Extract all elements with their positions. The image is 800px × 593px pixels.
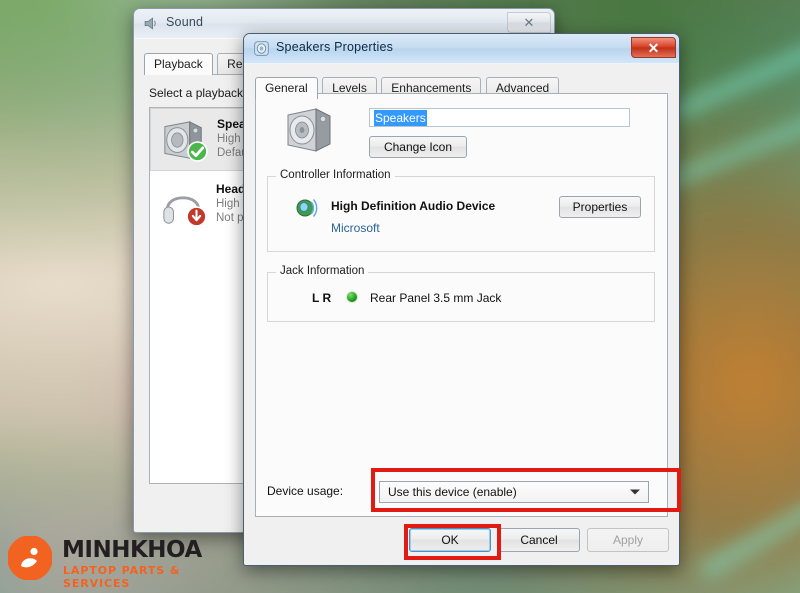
- audio-device-icon: [296, 199, 318, 217]
- device-usage-value: Use this device (enable): [388, 485, 517, 499]
- device-name-input[interactable]: Speakers: [369, 108, 630, 127]
- watermark: MINHKHOA LAPTOP PARTS & SERVICES: [7, 531, 228, 590]
- props-window-title: Speakers Properties: [276, 40, 394, 54]
- watermark-brand: MINHKHOA: [62, 537, 202, 563]
- watermark-tagline: LAPTOP PARTS & SERVICES: [63, 564, 181, 590]
- tab-general[interactable]: General: [255, 77, 318, 99]
- device-status: Not p: [216, 212, 244, 224]
- jack-channels: L R: [312, 291, 332, 305]
- controller-device-name: High Definition Audio Device: [331, 199, 496, 213]
- props-window-close-button[interactable]: ✕: [631, 37, 676, 58]
- jack-information-group: Jack Information L R Rear Panel 3.5 mm J…: [267, 265, 655, 322]
- sound-tab-playback[interactable]: Playback: [144, 53, 213, 75]
- speaker-icon: [144, 17, 156, 30]
- controller-information-legend: Controller Information: [276, 169, 395, 181]
- props-window-body: General Levels Enhancements Advanced Spe: [245, 64, 678, 564]
- speaker-large-icon: [287, 108, 331, 152]
- chevron-down-icon: [630, 489, 640, 495]
- speaker-properties-icon: [254, 41, 269, 56]
- device-driver: High: [216, 198, 240, 210]
- unplugged-badge-icon: [186, 206, 207, 227]
- device-name-value: Speakers: [374, 110, 427, 126]
- green-jack-dot-icon: [346, 291, 358, 303]
- ok-button-label: OK: [441, 533, 459, 547]
- cancel-button-label: Cancel: [520, 533, 558, 547]
- sound-hint-text: Select a playback: [149, 86, 244, 100]
- device-item-text: Head High Not p: [216, 182, 245, 224]
- speakers-properties-window[interactable]: Speakers Properties ✕ General Levels Enh…: [243, 33, 680, 566]
- change-icon-button-label: Change Icon: [383, 140, 453, 154]
- ok-button[interactable]: OK: [409, 528, 491, 552]
- props-window-titlebar[interactable]: Speakers Properties ✕: [244, 34, 679, 64]
- close-icon: ✕: [523, 14, 535, 30]
- change-icon-button[interactable]: Change Icon: [369, 136, 467, 158]
- jack-description: Rear Panel 3.5 mm Jack: [370, 291, 502, 305]
- sound-window-title: Sound: [166, 15, 204, 29]
- device-usage-label: Device usage:: [267, 484, 344, 498]
- screen: Sound ✕ Playback Recording Select a play…: [0, 0, 800, 593]
- cancel-button[interactable]: Cancel: [498, 528, 580, 552]
- controller-properties-button-label: Properties: [572, 200, 628, 214]
- controller-information-group: Controller Information High Definition A…: [267, 169, 655, 252]
- sound-window-close-button[interactable]: ✕: [507, 12, 551, 33]
- apply-button: Apply: [587, 528, 669, 552]
- device-usage-combo[interactable]: Use this device (enable): [379, 481, 649, 503]
- controller-properties-button[interactable]: Properties: [559, 196, 641, 218]
- apply-button-label: Apply: [612, 533, 644, 547]
- controller-vendor: Microsoft: [331, 221, 380, 235]
- minhkhoa-logo-icon: [7, 535, 53, 581]
- device-name: Head: [216, 182, 246, 196]
- jack-information-legend: Jack Information: [276, 265, 369, 277]
- check-badge-icon: [187, 141, 208, 162]
- general-tab-panel: Speakers Change Icon Controller Informat…: [255, 93, 668, 517]
- close-icon: ✕: [647, 39, 660, 56]
